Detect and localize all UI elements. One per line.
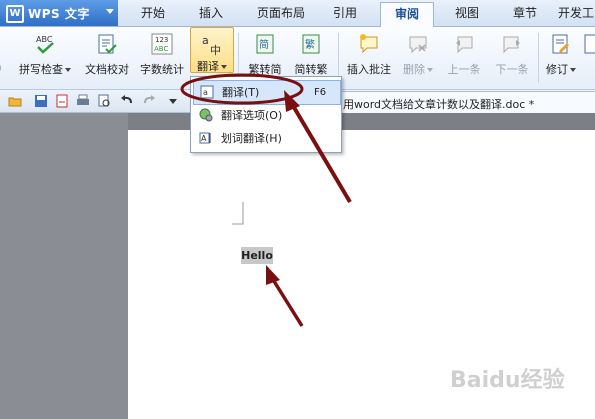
arrow-to-menu <box>284 90 352 204</box>
arrow-to-hello <box>266 265 304 327</box>
annotation-overlay <box>180 73 352 327</box>
watermark: Baidu经验 <box>450 368 565 393</box>
highlight-ellipse <box>180 73 304 105</box>
